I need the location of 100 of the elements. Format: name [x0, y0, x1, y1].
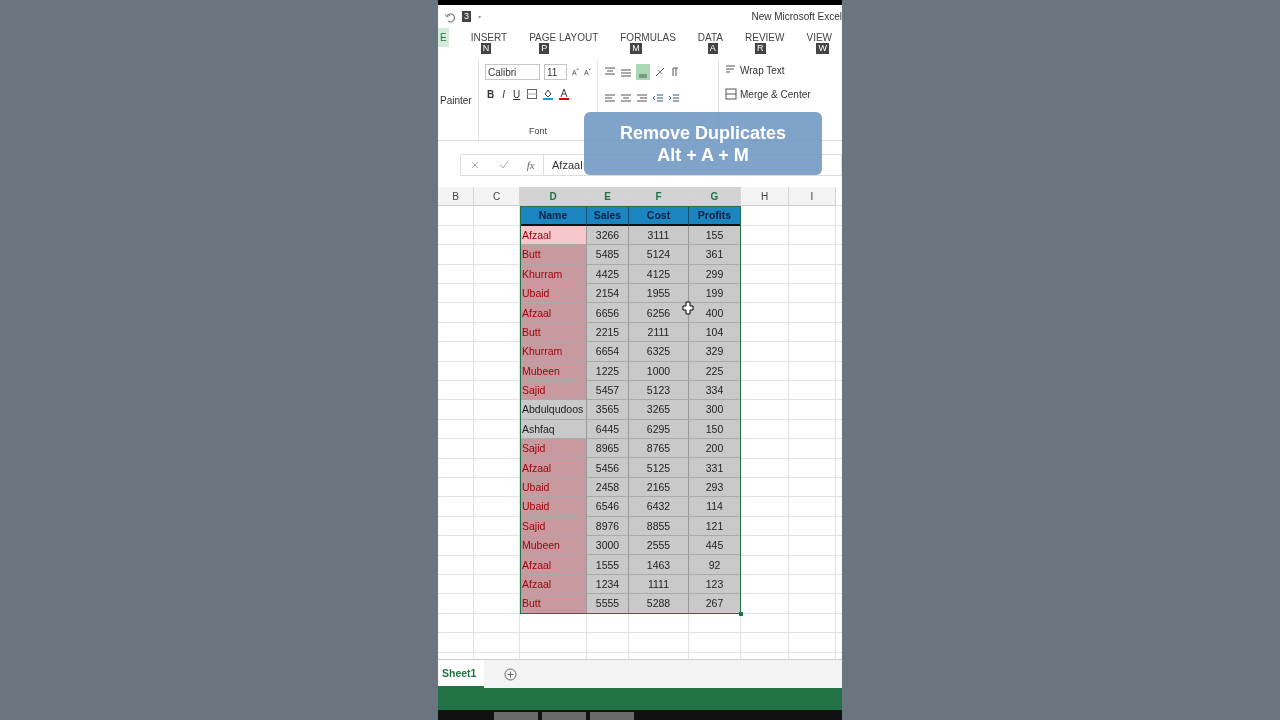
table-cell: 5288 [629, 594, 689, 614]
key-tip: R [755, 43, 766, 54]
table-cell: 299 [689, 264, 741, 284]
table-cell: 3265 [629, 400, 689, 420]
table-cell: 6654 [587, 342, 629, 362]
column-header[interactable]: I [789, 187, 836, 207]
align-top-icon[interactable] [604, 66, 616, 78]
table-cell: 6656 [587, 303, 629, 323]
key-tip: W [816, 43, 829, 54]
table-cell: 2458 [587, 477, 629, 498]
header-cell: Profits [689, 206, 741, 226]
grow-font-icon[interactable] [571, 66, 580, 78]
name-cell: Butt [520, 245, 587, 265]
check-icon[interactable] [498, 159, 510, 171]
font-size-field[interactable]: 11 [543, 64, 568, 80]
name-cell: Ubaid [520, 497, 587, 517]
table-cell: 400 [689, 303, 741, 323]
format-button[interactable]: U [511, 88, 523, 100]
align-left-icon[interactable] [604, 92, 616, 104]
name-cell: Khurram [520, 342, 587, 362]
table-cell: 8965 [587, 439, 629, 459]
table-cell: 1234 [587, 574, 629, 595]
table-cell: 5123 [629, 380, 689, 401]
border-icon[interactable] [526, 88, 539, 100]
fill-handle[interactable] [739, 612, 743, 616]
table-cell: 2154 [587, 283, 629, 304]
table-cell: 1111 [629, 574, 689, 595]
column-header[interactable]: G [689, 187, 741, 207]
table-cell: 1555 [587, 555, 629, 575]
ribbon-tab[interactable]: DATA [697, 28, 723, 43]
sheet-tab[interactable]: Sheet1 [438, 660, 485, 688]
header-cell: Sales [587, 206, 629, 226]
ribbon-tab[interactable]: INSERT [470, 28, 508, 43]
table-cell: 300 [689, 400, 741, 420]
add-sheet-icon[interactable] [504, 667, 518, 681]
column-header[interactable]: C [474, 187, 520, 207]
table-cell: 2165 [629, 477, 689, 498]
group-label: Font [529, 126, 547, 136]
format-button[interactable]: I [500, 88, 507, 100]
merge-center-button[interactable]: Merge & Center [725, 88, 811, 100]
table-cell: 445 [689, 536, 741, 556]
table-cell: 293 [689, 477, 741, 498]
key-tip: N [480, 43, 492, 54]
table-cell: 267 [689, 594, 741, 614]
table-cell: 3266 [587, 225, 629, 246]
cursor-icon [682, 301, 694, 315]
key-tip: M [630, 43, 642, 54]
column-header[interactable]: B [438, 187, 474, 207]
table-cell: 3111 [629, 225, 689, 246]
format-painter-button[interactable]: Painter [440, 94, 478, 106]
orientation-icon[interactable] [654, 66, 666, 78]
table-cell: 104 [689, 322, 741, 343]
column-header[interactable]: D [520, 187, 587, 207]
column-header[interactable]: E [587, 187, 629, 207]
name-cell: Butt [520, 594, 587, 614]
increase-indent-icon[interactable] [668, 92, 680, 104]
table-cell: 121 [689, 516, 741, 537]
align-center-icon[interactable] [620, 92, 632, 104]
column-header[interactable]: H [741, 187, 789, 207]
table-cell: 1225 [587, 361, 629, 381]
column-header[interactable]: F [629, 187, 689, 207]
name-cell: Afzaal [520, 303, 587, 323]
name-cell: Mubeen [520, 536, 587, 556]
key-tip: P [539, 43, 550, 54]
wrap-text-button[interactable]: Wrap Text [725, 64, 811, 76]
table-cell: 3000 [587, 536, 629, 556]
ribbon-tab[interactable]: REVIEW [745, 28, 785, 43]
format-button[interactable]: B [485, 88, 497, 100]
window-title: New Microsoft Excel [751, 11, 842, 22]
file-tab[interactable]: E [438, 28, 449, 47]
table-cell: 5457 [587, 380, 629, 401]
overlay-text: Remove Duplicates [619, 121, 787, 144]
table-cell: 5485 [587, 245, 629, 265]
table-cell: 6445 [587, 419, 629, 440]
ribbon-tab[interactable]: FORMULAS [620, 28, 676, 43]
table-cell: 123 [689, 574, 741, 595]
table-cell: 2555 [629, 536, 689, 556]
table-cell: 5124 [629, 245, 689, 265]
table-cell: 334 [689, 380, 741, 401]
table-cell: 4425 [587, 264, 629, 284]
table-cell: 4125 [629, 264, 689, 284]
decrease-indent-icon[interactable] [652, 92, 664, 104]
shrink-font-icon[interactable] [583, 66, 591, 78]
ribbon-tab[interactable]: PAGE LAYOUT [529, 28, 599, 43]
insert-function-button[interactable]: fx [526, 159, 535, 171]
font-color-icon[interactable] [558, 88, 571, 100]
name-cell: Abdulqudoos [520, 400, 587, 420]
name-cell: Afzaal [520, 555, 587, 575]
table-cell: 2111 [629, 322, 689, 343]
table-cell: 1463 [629, 555, 689, 575]
font-name-field[interactable]: Calibri [485, 64, 540, 80]
align-right-icon[interactable] [636, 92, 648, 104]
table-cell: 92 [689, 555, 741, 575]
align-middle-icon[interactable] [620, 66, 632, 78]
fill-color-icon[interactable] [542, 88, 555, 100]
table-cell: 8765 [629, 439, 689, 459]
undo-icon[interactable] [444, 10, 456, 23]
ribbon-tab[interactable]: VIEW [806, 28, 833, 43]
table-cell: 200 [689, 439, 741, 459]
table-cell: 6256 [629, 303, 689, 323]
